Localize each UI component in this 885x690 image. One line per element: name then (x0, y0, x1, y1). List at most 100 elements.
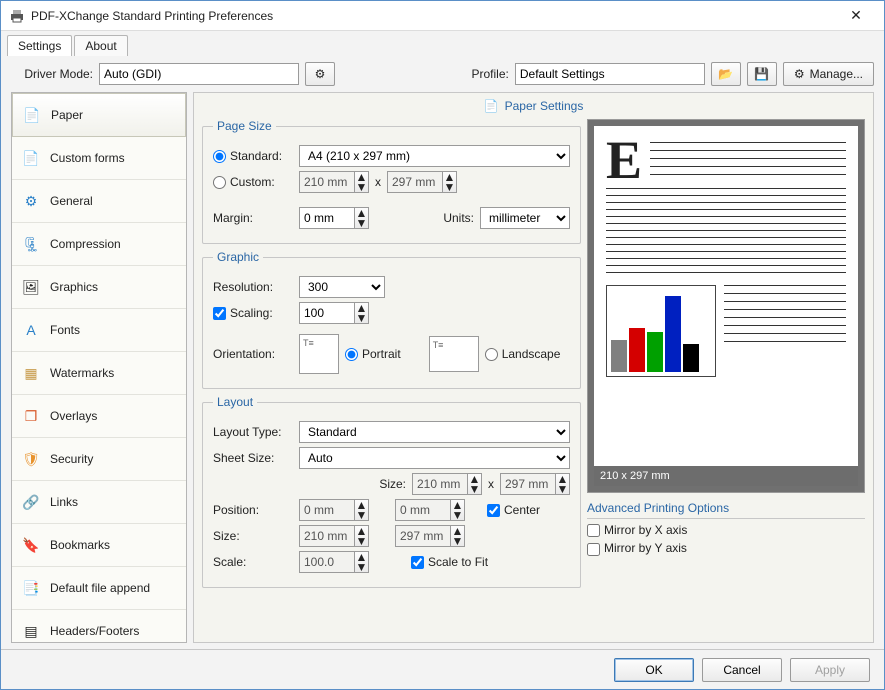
sidebar-item-headers-footers[interactable]: ▤Headers/Footers (12, 610, 186, 643)
center-checkbox[interactable] (487, 504, 500, 517)
resolution-select[interactable]: 300 (299, 276, 385, 298)
page-icon: 📄 (21, 104, 43, 126)
window-title: PDF-XChange Standard Printing Preference… (25, 9, 836, 23)
orientation-label: Orientation: (213, 347, 293, 361)
spinner-arrows[interactable]: ▲▼ (468, 473, 482, 495)
mirror-y-checkbox-label[interactable]: Mirror by Y axis (587, 541, 687, 555)
gear-icon: ⚙ (315, 67, 326, 81)
position-y-input[interactable] (395, 499, 451, 521)
resolution-label: Resolution: (213, 280, 293, 294)
watermark-icon: ▦ (20, 362, 42, 384)
driver-mode-gear-button[interactable]: ⚙ (305, 62, 335, 86)
spinner-arrows[interactable]: ▲▼ (355, 525, 369, 547)
sidebar-item-fonts[interactable]: AFonts (12, 309, 186, 352)
group-graphic: Graphic Resolution: 300 Scaling: ▲▼ Orie… (202, 250, 581, 389)
spinner-arrows[interactable]: ▲▼ (556, 473, 570, 495)
mirror-x-checkbox-label[interactable]: Mirror by X axis (587, 523, 687, 537)
spinner-arrows[interactable]: ▲▼ (355, 499, 369, 521)
manage-label: Manage... (810, 67, 863, 81)
sidebar-item-label: Overlays (50, 409, 97, 423)
shield-icon: 🛡 (20, 448, 42, 470)
center-checkbox-label[interactable]: Center (487, 503, 540, 517)
sidebar-item-security[interactable]: 🛡Security (12, 438, 186, 481)
sidebar-item-graphics[interactable]: 🖼Graphics (12, 266, 186, 309)
sidebar: 📄Paper 📄 Custom forms ⚙ General 🗜Compressi… (11, 92, 187, 643)
position-x-input[interactable] (299, 499, 355, 521)
driver-mode-select[interactable] (99, 63, 299, 85)
save-icon: 💾 (754, 67, 769, 81)
units-select[interactable]: millimeter (480, 207, 570, 229)
page-plus-icon: 📄 (20, 147, 42, 169)
landscape-radio-label[interactable]: Landscape (485, 347, 561, 361)
sidebar-item-label: Custom forms (50, 151, 125, 165)
tab-about[interactable]: About (74, 35, 127, 56)
scaling-checkbox-label[interactable]: Scaling: (213, 306, 293, 320)
sidebar-item-label: Graphics (50, 280, 98, 294)
preview-letter-icon: E (606, 138, 642, 182)
standard-size-select[interactable]: A4 (210 x 297 mm) (299, 145, 570, 167)
sidebar-item-label: General (50, 194, 93, 208)
spinner-arrows[interactable]: ▲▼ (443, 171, 457, 193)
custom-radio-label[interactable]: Custom: (213, 175, 293, 189)
profile-open-button[interactable]: 📂 (711, 62, 741, 86)
portrait-radio[interactable] (345, 348, 358, 361)
apply-button[interactable]: Apply (790, 658, 870, 682)
scale-to-fit-checkbox-label[interactable]: Scale to Fit (411, 555, 488, 569)
spinner-arrows[interactable]: ▲▼ (355, 207, 369, 229)
custom-height-input[interactable] (387, 171, 443, 193)
custom-radio[interactable] (213, 176, 226, 189)
portrait-radio-label[interactable]: Portrait (345, 347, 401, 361)
mirror-x-checkbox[interactable] (587, 524, 600, 537)
sidebar-item-label: Bookmarks (50, 538, 110, 552)
sheet-size-select[interactable]: Auto (299, 447, 570, 469)
sidebar-item-overlays[interactable]: ❐ Overlays (12, 395, 186, 438)
gear-list-icon: ⚙ (20, 190, 42, 212)
group-page-size: Page Size Standard: A4 (210 x 297 mm) Cu… (202, 119, 581, 244)
layout-width-input[interactable] (299, 525, 355, 547)
standard-radio-label[interactable]: Standard: (213, 149, 293, 163)
custom-width-input[interactable] (299, 171, 355, 193)
sheet-width-input[interactable] (412, 473, 468, 495)
scale-to-fit-checkbox[interactable] (411, 556, 424, 569)
sheet-size-label: Sheet Size: (213, 451, 293, 465)
spinner-arrows[interactable]: ▲▼ (355, 302, 369, 324)
sidebar-item-general[interactable]: ⚙ General (12, 180, 186, 223)
standard-radio[interactable] (213, 150, 226, 163)
layout-height-input[interactable] (395, 525, 451, 547)
by-label: x (375, 175, 381, 189)
sidebar-item-compression[interactable]: 🗜Compression (12, 223, 186, 266)
landscape-radio[interactable] (485, 348, 498, 361)
sidebar-item-label: Watermarks (50, 366, 114, 380)
preview-caption: 210 x 297 mm (594, 466, 858, 486)
profile-select[interactable] (515, 63, 705, 85)
overlay-icon: ❐ (20, 405, 42, 427)
cancel-button[interactable]: Cancel (702, 658, 782, 682)
sheet-height-input[interactable] (500, 473, 556, 495)
page-title: Paper Settings (505, 99, 584, 113)
ok-button[interactable]: OK (614, 658, 694, 682)
sidebar-item-bookmarks[interactable]: 🔖Bookmarks (12, 524, 186, 567)
sidebar-item-watermarks[interactable]: ▦ Watermarks (12, 352, 186, 395)
mirror-y-checkbox[interactable] (587, 543, 600, 556)
spinner-arrows[interactable]: ▲▼ (355, 551, 369, 573)
sidebar-item-links[interactable]: 🔗Links (12, 481, 186, 524)
spinner-arrows[interactable]: ▲▼ (355, 171, 369, 193)
scale-input[interactable] (299, 551, 355, 573)
tab-settings[interactable]: Settings (7, 35, 72, 56)
sidebar-item-custom-forms[interactable]: 📄 Custom forms (12, 137, 186, 180)
sidebar-item-paper[interactable]: 📄Paper (12, 93, 186, 137)
layout-type-select[interactable]: Standard (299, 421, 570, 443)
spinner-arrows[interactable]: ▲▼ (451, 525, 465, 547)
margin-input[interactable] (299, 207, 355, 229)
profile-save-button[interactable]: 💾 (747, 62, 777, 86)
close-button[interactable]: ✕ (836, 7, 876, 24)
group-layout: Layout Layout Type: Standard Sheet Size:… (202, 395, 581, 588)
spinner-arrows[interactable]: ▲▼ (451, 499, 465, 521)
layout-size-label: Size: (213, 529, 293, 543)
header-footer-icon: ▤ (20, 620, 42, 642)
manage-button[interactable]: ⚙Manage... (783, 62, 874, 86)
advanced-options-title: Advanced Printing Options (587, 501, 865, 519)
scaling-input[interactable] (299, 302, 355, 324)
scaling-checkbox[interactable] (213, 307, 226, 320)
sidebar-item-default-file-append[interactable]: 📑Default file append (12, 567, 186, 610)
